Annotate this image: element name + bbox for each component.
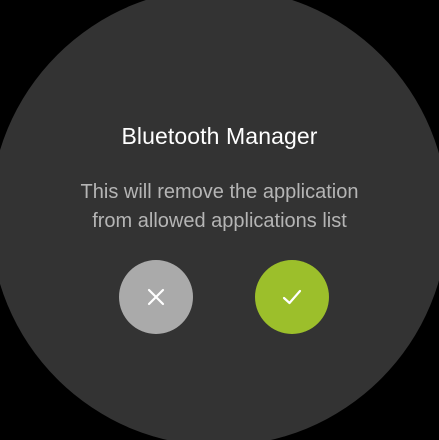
- watch-screen: Bluetooth Manager This will remove the a…: [0, 0, 439, 440]
- confirm-button[interactable]: [255, 260, 329, 334]
- cancel-button[interactable]: [119, 260, 193, 334]
- close-icon: [147, 288, 165, 306]
- dialog-message-line: This will remove the application: [80, 181, 359, 203]
- dialog-message: This will remove the application from al…: [0, 178, 439, 236]
- dialog-message-line: from allowed applications list: [92, 210, 347, 232]
- dialog-title: Bluetooth Manager: [121, 123, 318, 149]
- check-icon: [282, 289, 302, 305]
